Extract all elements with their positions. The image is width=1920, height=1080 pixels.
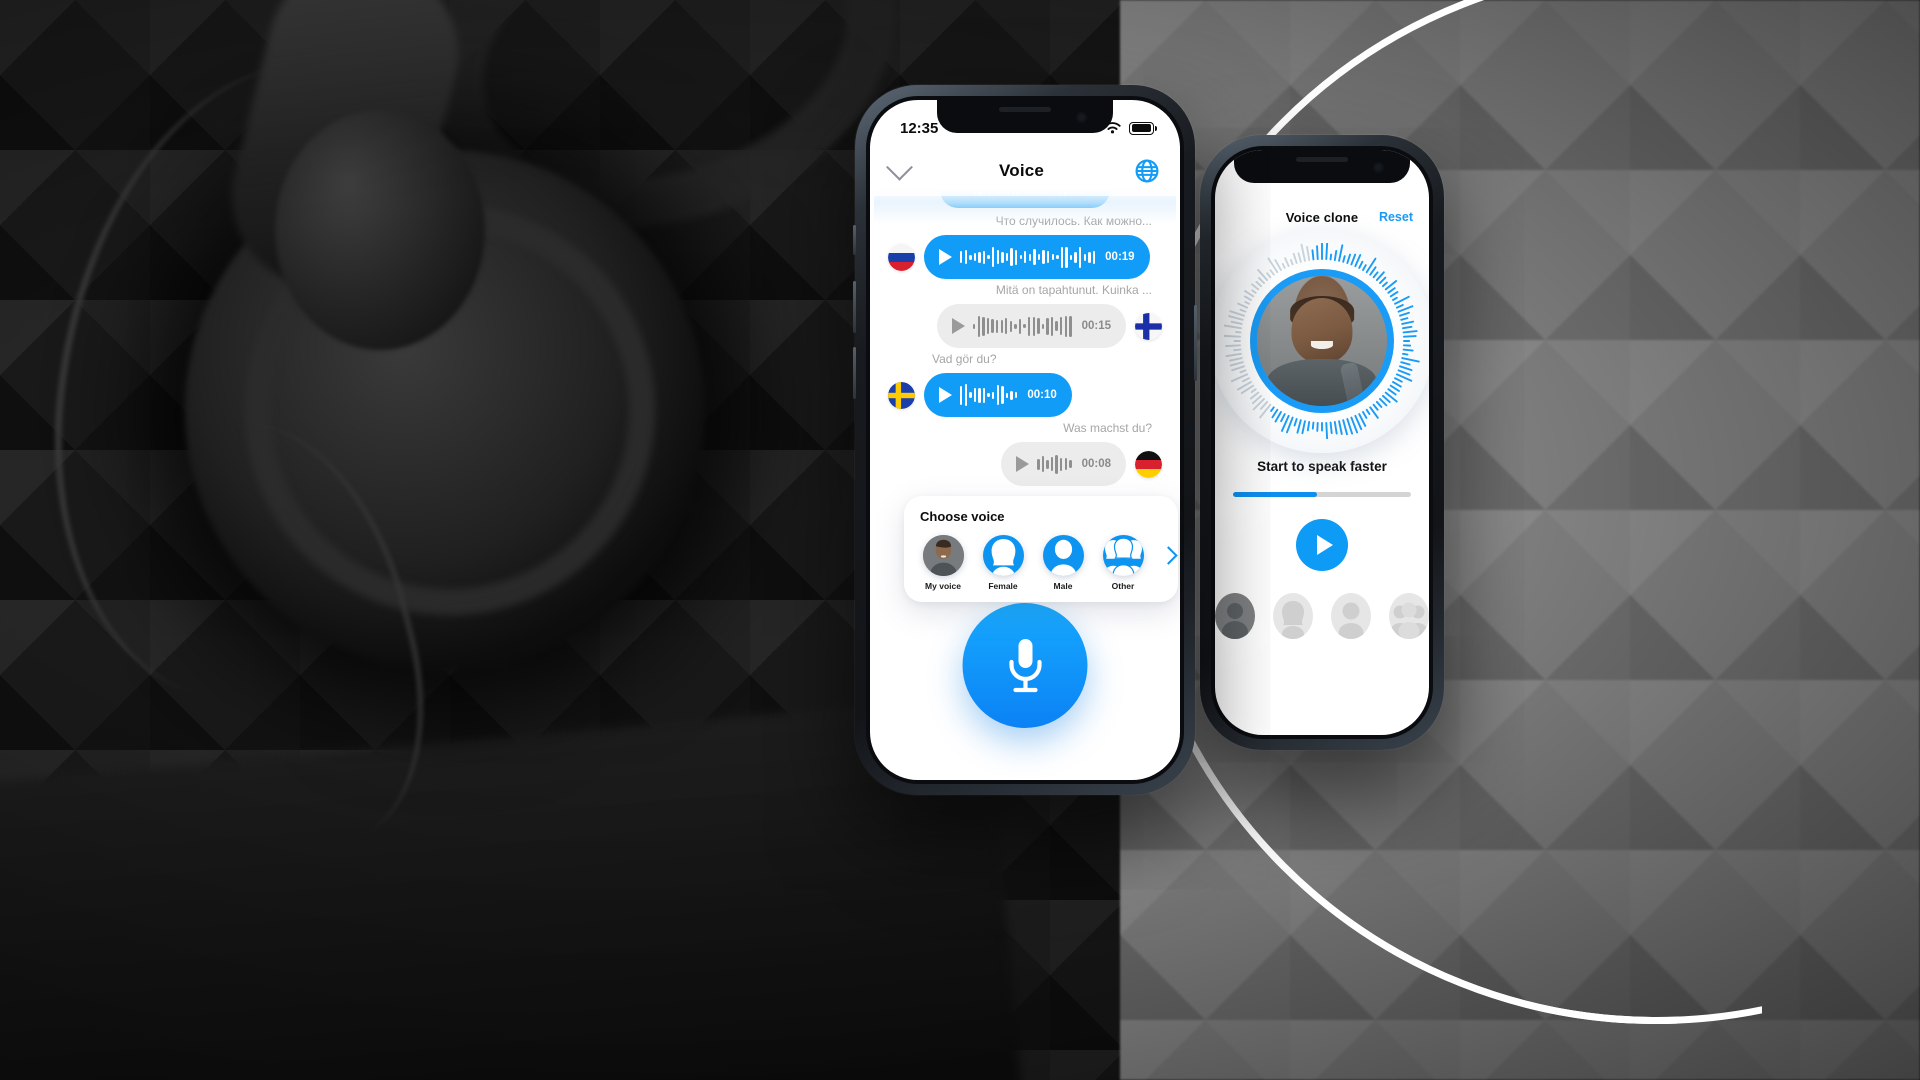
voice-clone-title: Voice clone	[1285, 210, 1359, 225]
voice-option-my-voice[interactable]: My voice	[920, 535, 966, 591]
group-avatar-icon	[1390, 602, 1428, 639]
app-header: Voice	[870, 146, 1180, 196]
wifi-icon	[1104, 122, 1121, 134]
choose-voice-options: My voice Female Male Other	[920, 535, 1178, 591]
flag-sweden-icon	[888, 381, 915, 409]
message-caption: Was machst du?	[1063, 421, 1152, 435]
earpiece-speaker-icon	[1296, 157, 1348, 162]
phone-clone-screen: Voice clone Reset Start to speak faster	[1215, 150, 1429, 735]
flag-finland-icon	[1135, 312, 1162, 340]
message-caption: Vad gör du?	[932, 352, 997, 366]
choose-voice-panel: Choose voice My voice Female Male Other	[904, 496, 1178, 602]
voice-message-bubble[interactable]: 00:15	[937, 304, 1126, 348]
flag-germany-icon	[1135, 450, 1162, 478]
mute-switch[interactable]	[853, 225, 856, 255]
user-photo-icon	[922, 535, 964, 576]
male-avatar-icon	[1042, 535, 1084, 576]
scene-root: Voice clone Reset Start to speak faster …	[0, 0, 1920, 1080]
voice-clone-progress-track[interactable]	[1233, 492, 1411, 497]
volume-up-button[interactable]	[853, 281, 856, 333]
voice-option-label: Female	[988, 581, 1018, 591]
phone-voice-screen: 12:35 Voice Что случилось. Как можно... …	[870, 100, 1180, 780]
voice-option-label: Other	[1111, 581, 1135, 591]
play-icon	[939, 387, 952, 403]
phone-clone-bezel: Voice clone Reset Start to speak faster	[1211, 146, 1433, 739]
voice-clone-avatar-row	[1215, 593, 1429, 639]
voice-message-bubble[interactable]: 00:10	[924, 373, 1072, 417]
status-indicators	[1103, 121, 1157, 135]
waveform-icon	[960, 246, 1096, 268]
globe-icon[interactable]	[1134, 158, 1160, 184]
voice-option-female[interactable]: Female	[980, 535, 1026, 591]
group-avatar-icon	[1102, 535, 1144, 576]
voice-option-male[interactable]: Male	[1040, 535, 1086, 591]
voice-message-bubble[interactable]: 00:08	[1001, 442, 1126, 486]
voice-option-label: My voice	[925, 581, 961, 591]
play-icon	[952, 318, 966, 334]
waveform-icon	[960, 384, 1018, 406]
microphone-icon	[1008, 638, 1042, 692]
user-photo-icon	[1222, 603, 1248, 639]
battery-icon	[1129, 121, 1157, 135]
message-duration: 00:08	[1081, 458, 1111, 470]
play-icon	[1316, 535, 1333, 555]
avatar[interactable]	[1250, 269, 1394, 413]
voice-message-bubble[interactable]: 00:19	[924, 235, 1150, 279]
record-button[interactable]	[962, 603, 1088, 728]
play-icon	[939, 249, 952, 265]
message-caption: Mitä on tapahtunut. Kuinka ...	[995, 283, 1152, 297]
phone-voice: 12:35 Voice Что случилось. Как можно... …	[853, 85, 1197, 795]
play-button[interactable]	[1296, 519, 1348, 571]
message-duration: 00:19	[1105, 251, 1135, 263]
waveform-icon	[1037, 453, 1072, 475]
avatar-option-female[interactable]	[1273, 593, 1313, 639]
phone-voice-bezel: 12:35 Voice Что случилось. Как можно... …	[866, 96, 1184, 784]
voice-option-label: Male	[1053, 581, 1073, 591]
play-icon	[1016, 456, 1030, 472]
table-row: 00:19	[888, 235, 1162, 279]
chevron-right-icon[interactable]	[1159, 546, 1178, 565]
battery-level	[1131, 124, 1152, 132]
status-bar: 12:35	[870, 100, 1180, 146]
volume-down-button[interactable]	[853, 347, 856, 399]
message-duration: 00:10	[1027, 389, 1057, 401]
male-avatar-icon	[1338, 602, 1364, 639]
front-camera-icon	[1373, 162, 1384, 173]
power-button[interactable]	[1194, 305, 1197, 381]
reset-button[interactable]: Reset	[1379, 210, 1413, 224]
table-row: 00:08	[888, 442, 1162, 486]
voice-clone-caption: Start to speak faster	[1257, 459, 1387, 474]
status-time: 12:35	[900, 119, 939, 137]
portrait-face	[1291, 298, 1353, 364]
flag-russia-icon	[888, 243, 915, 271]
voice-option-other[interactable]: Other	[1100, 535, 1146, 591]
table-row: 00:15	[888, 304, 1162, 348]
choose-voice-title: Choose voice	[920, 509, 1005, 524]
female-avatar-icon	[1282, 601, 1304, 639]
page-title: Voice	[998, 161, 1045, 180]
voice-clone-progress-fill	[1233, 492, 1317, 497]
female-avatar-icon	[982, 535, 1024, 576]
user-photo-icon	[1257, 276, 1387, 406]
message-duration: 00:15	[1081, 320, 1111, 332]
waveform-icon	[973, 315, 1072, 337]
avatar-option-male[interactable]	[1331, 593, 1371, 639]
phone-clone-notch	[1234, 150, 1410, 183]
portrait-smile	[1310, 341, 1334, 349]
voice-clone-avatar-ring	[1215, 229, 1429, 453]
phone-voice-clone: Voice clone Reset Start to speak faster	[1200, 135, 1444, 750]
table-row: 00:10	[888, 373, 1162, 417]
avatar-option-my-voice[interactable]	[1215, 593, 1255, 639]
message-caption: Что случилось. Как можно...	[995, 214, 1152, 228]
avatar-option-other[interactable]	[1389, 593, 1429, 639]
